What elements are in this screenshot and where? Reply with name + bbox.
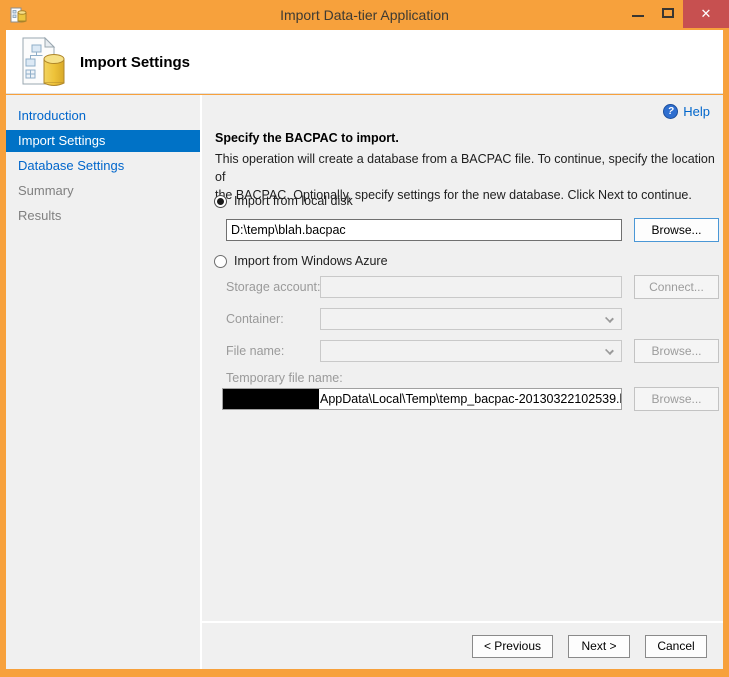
close-button[interactable]: ✕ — [683, 0, 729, 28]
chevron-down-icon — [605, 346, 614, 355]
titlebar: Import Data-tier Application ✕ — [0, 0, 729, 30]
section-heading: Specify the BACPAC to import. — [215, 131, 399, 145]
file-name-dropdown — [320, 340, 622, 362]
help-icon: ? — [663, 104, 678, 119]
radio-checked-icon — [214, 195, 227, 208]
cancel-button[interactable]: Cancel — [645, 635, 707, 658]
file-name-label: File name: — [226, 344, 284, 358]
wizard-header: Import Settings — [6, 30, 723, 94]
temporary-file-name-label: Temporary file name: — [226, 371, 343, 385]
radio-import-windows-azure-label: Import from Windows Azure — [234, 254, 388, 268]
wizard-body: Introduction Import Settings Database Se… — [6, 95, 723, 669]
maximize-button[interactable] — [653, 0, 683, 28]
page-title: Import Settings — [80, 54, 190, 71]
import-data-tier-application-window: Import Data-tier Application ✕ — [0, 0, 729, 677]
bacpac-path-input[interactable] — [226, 219, 622, 241]
container-dropdown — [320, 308, 622, 330]
sidebar-item-import-settings[interactable]: Import Settings — [6, 130, 200, 152]
sidebar-item-summary: Summary — [6, 180, 200, 202]
minimize-button[interactable] — [623, 0, 653, 28]
storage-account-input — [320, 276, 622, 298]
sidebar-item-database-settings[interactable]: Database Settings — [6, 155, 200, 177]
previous-button[interactable]: < Previous — [472, 635, 553, 658]
connect-button: Connect... — [634, 275, 719, 299]
browse-local-button[interactable]: Browse... — [634, 218, 719, 242]
chevron-down-icon — [605, 314, 614, 323]
temporary-file-name-value: AppData\Local\Temp\temp_bacpac-201303221… — [320, 389, 622, 409]
browse-temp-file-button: Browse... — [634, 387, 719, 411]
minimize-icon — [632, 15, 644, 17]
window-title: Import Data-tier Application — [0, 0, 729, 30]
wizard-steps-sidebar: Introduction Import Settings Database Se… — [6, 95, 200, 669]
help-link[interactable]: ? Help — [663, 104, 710, 119]
wizard-footer: < Previous Next > Cancel — [202, 623, 723, 669]
storage-account-label: Storage account: — [226, 280, 321, 294]
radio-unchecked-icon — [214, 255, 227, 268]
maximize-icon — [662, 8, 674, 18]
sidebar-item-introduction[interactable]: Introduction — [6, 105, 200, 127]
help-label: Help — [683, 104, 710, 119]
temporary-file-name-field[interactable]: AppData\Local\Temp\temp_bacpac-201303221… — [222, 388, 622, 410]
radio-import-windows-azure[interactable]: Import from Windows Azure — [214, 254, 388, 268]
import-settings-page: ? Help Specify the BACPAC to import. Thi… — [202, 95, 723, 669]
radio-import-local-disk[interactable]: Import from local disk — [214, 194, 353, 208]
next-button[interactable]: Next > — [568, 635, 630, 658]
browse-azure-file-button: Browse... — [634, 339, 719, 363]
container-label: Container: — [226, 312, 284, 326]
import-settings-icon — [20, 37, 68, 89]
radio-import-local-disk-label: Import from local disk — [234, 194, 353, 208]
sidebar-item-results: Results — [6, 205, 200, 227]
redacted-path-segment — [222, 388, 319, 410]
